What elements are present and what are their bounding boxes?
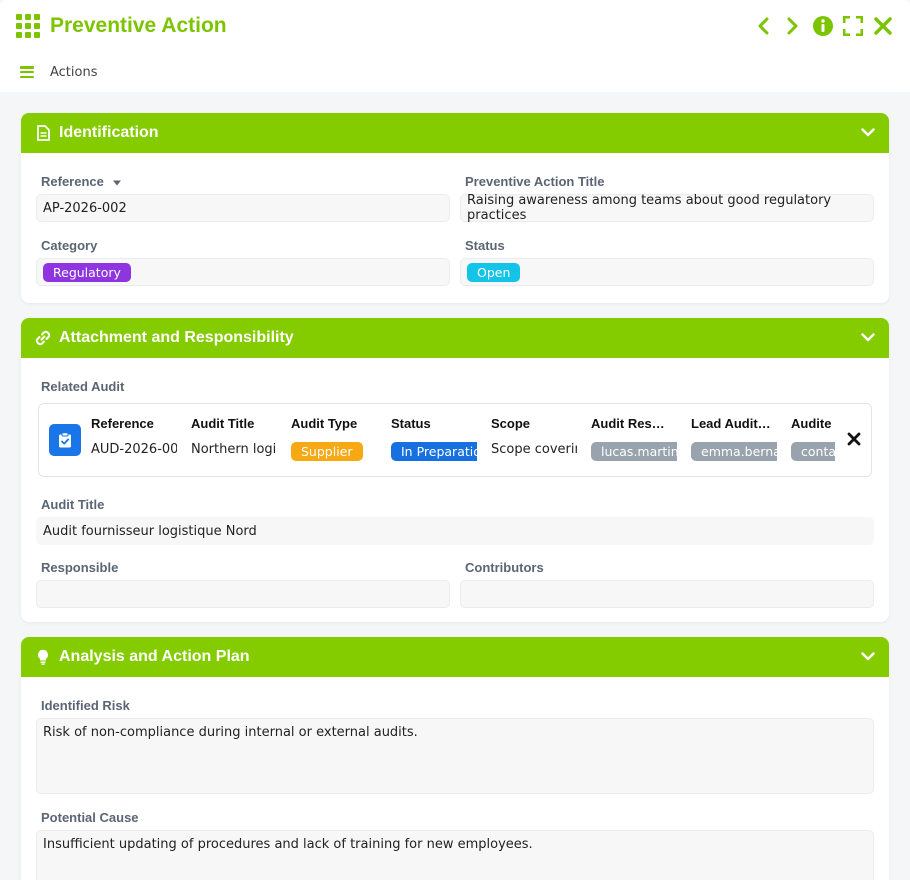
identification-panel: Identification Reference AP-2026-002 Pre…	[21, 113, 889, 303]
remove-audit-button[interactable]	[847, 432, 863, 448]
chevron-right-icon	[787, 17, 798, 35]
contributors-label: Contributors	[465, 560, 544, 575]
actions-menu-label[interactable]: Actions	[50, 65, 98, 80]
audit-col-header: Audit Res…	[591, 416, 665, 431]
info-button[interactable]	[812, 15, 834, 37]
identification-header[interactable]: Identification	[21, 113, 889, 153]
responsible-label: Responsible	[41, 560, 119, 575]
actions-bar: Actions	[0, 52, 910, 92]
audit-reference-value: AUD-2026-00	[91, 442, 177, 457]
audit-col-auditee: Audite conta	[791, 416, 835, 462]
next-record-button[interactable]	[782, 15, 804, 37]
responsible-field[interactable]	[36, 580, 450, 608]
chevron-left-icon	[758, 17, 769, 35]
chevron-down-icon[interactable]	[861, 331, 875, 346]
lightbulb-icon	[35, 649, 51, 665]
attachment-title: Attachment and Responsibility	[59, 329, 294, 346]
link-icon	[35, 330, 51, 346]
audit-scope-value: Scope coverin	[491, 442, 577, 457]
reference-label: Reference	[41, 174, 122, 189]
category-label: Category	[41, 238, 98, 253]
window-actions	[752, 15, 894, 37]
expand-icon	[843, 16, 863, 36]
identified-risk-label: Identified Risk	[41, 698, 130, 713]
identified-risk-textarea[interactable]: Risk of non-compliance during internal o…	[36, 718, 874, 794]
audit-col-reference: Reference AUD-2026-00	[91, 416, 177, 462]
attachment-header[interactable]: Attachment and Responsibility	[21, 318, 889, 358]
document-icon	[35, 125, 51, 141]
potential-cause-label: Potential Cause	[41, 810, 139, 825]
audit-col-header: Status	[391, 416, 431, 431]
clipboard-check-icon	[49, 424, 81, 456]
reference-field[interactable]: AP-2026-002	[36, 194, 450, 222]
analysis-title: Analysis and Action Plan	[59, 648, 250, 665]
chevron-down-icon[interactable]	[861, 126, 875, 141]
audit-col-header: Lead Audit…	[691, 416, 771, 431]
audit-col-lead-auditor: Lead Audit… emma.berna	[691, 416, 777, 462]
fullscreen-button[interactable]	[842, 15, 864, 37]
info-icon	[813, 16, 833, 36]
user-chip: lucas.martin	[591, 442, 677, 461]
contributors-field[interactable]	[460, 580, 874, 608]
related-audit-row[interactable]: Reference AUD-2026-00 Audit Title Northe…	[38, 403, 872, 477]
title-bar: Preventive Action	[0, 0, 910, 52]
window-title: Preventive Action	[50, 14, 227, 37]
audit-col-header: Audite	[791, 416, 832, 431]
status-field[interactable]: Open	[460, 258, 874, 286]
analysis-header[interactable]: Analysis and Action Plan	[21, 637, 889, 677]
chevron-down-icon[interactable]	[861, 650, 875, 665]
audit-col-scope: Scope Scope coverin	[491, 416, 577, 462]
close-icon	[847, 432, 861, 446]
analysis-panel: Analysis and Action Plan Identified Risk…	[21, 637, 889, 880]
apps-grid-icon[interactable]	[16, 14, 40, 38]
previous-record-button[interactable]	[752, 15, 774, 37]
title-field[interactable]: Raising awareness among teams about good…	[460, 193, 874, 223]
status-label: Status	[465, 238, 505, 253]
audit-title-label: Audit Title	[41, 497, 105, 512]
audit-col-status: Status In Preparatio	[391, 416, 477, 462]
audit-col-responsible: Audit Res… lucas.martin	[591, 416, 677, 462]
audit-col-type: Audit Type Supplier	[291, 416, 377, 462]
category-badge: Regulatory	[43, 262, 131, 282]
attachment-panel: Attachment and Responsibility Related Au…	[21, 318, 889, 622]
caret-down-icon[interactable]	[112, 180, 122, 186]
preventive-action-window: Preventive Action Actions Identification…	[0, 0, 910, 880]
audit-col-title: Audit Title Northern logis	[191, 416, 277, 462]
potential-cause-textarea[interactable]: Insufficient updating of procedures and …	[36, 830, 874, 880]
audit-type-badge: Supplier	[291, 442, 363, 461]
audit-title-field: Audit fournisseur logistique Nord	[36, 517, 874, 545]
audit-status-badge: In Preparatio	[391, 442, 477, 461]
status-badge: Open	[467, 262, 521, 282]
related-audit-label: Related Audit	[41, 379, 125, 394]
audit-col-header: Reference	[91, 416, 154, 431]
category-field[interactable]: Regulatory	[36, 258, 450, 286]
close-icon	[874, 17, 892, 35]
close-window-button[interactable]	[872, 15, 894, 37]
audit-col-header: Scope	[491, 416, 531, 431]
audit-col-header: Audit Title	[191, 416, 255, 431]
hamburger-menu-icon[interactable]	[20, 66, 34, 78]
audit-col-header: Audit Type	[291, 416, 358, 431]
user-chip: emma.berna	[691, 442, 777, 461]
user-chip: conta	[791, 442, 835, 461]
audit-title-value: Northern logis	[191, 442, 277, 457]
identification-title: Identification	[59, 124, 159, 141]
title-label: Preventive Action Title	[465, 174, 605, 189]
